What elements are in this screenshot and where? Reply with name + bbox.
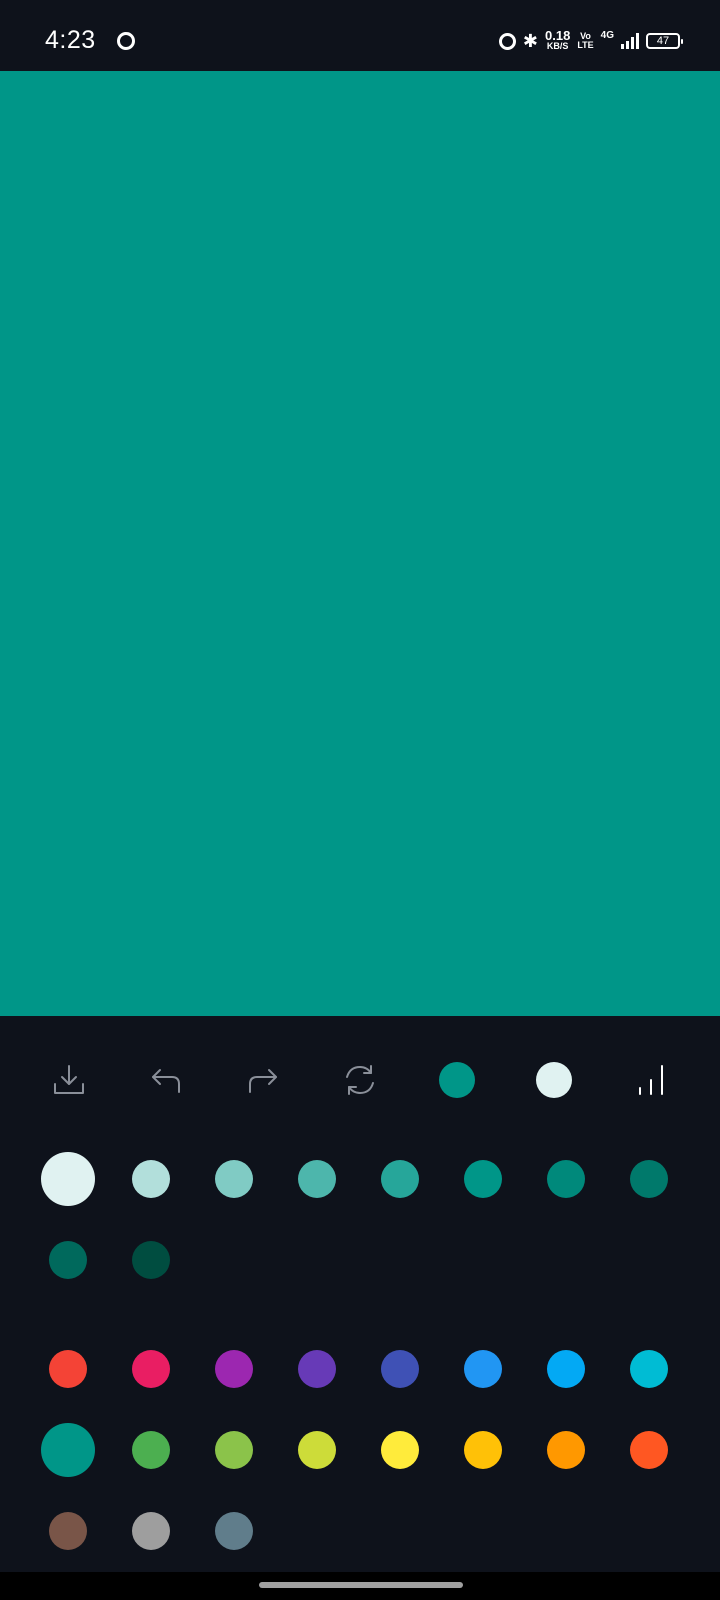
shade-swatch[interactable] xyxy=(464,1160,502,1198)
battery-icon: 47 xyxy=(646,33,683,49)
shade-swatch[interactable] xyxy=(547,1160,585,1198)
shade-swatch[interactable] xyxy=(381,1160,419,1198)
shade-swatch[interactable] xyxy=(630,1160,668,1198)
secondary-color-button[interactable] xyxy=(534,1060,574,1100)
color-swatch[interactable] xyxy=(298,1350,336,1388)
signal-icon xyxy=(621,33,639,49)
network-type: 4G xyxy=(600,29,614,41)
color-swatch[interactable] xyxy=(132,1431,170,1469)
color-swatch[interactable] xyxy=(547,1350,585,1388)
color-swatch[interactable] xyxy=(41,1423,95,1477)
secondary-color-swatch xyxy=(536,1062,572,1098)
shade-swatch[interactable] xyxy=(215,1160,253,1198)
shade-swatch[interactable] xyxy=(49,1241,87,1279)
color-swatch[interactable] xyxy=(381,1431,419,1469)
home-indicator[interactable] xyxy=(259,1582,463,1588)
shade-swatch[interactable] xyxy=(132,1241,170,1279)
network-speed-unit: KB/S xyxy=(546,41,569,51)
undo-button[interactable] xyxy=(146,1060,186,1100)
color-swatch[interactable] xyxy=(630,1350,668,1388)
alarm-icon xyxy=(498,32,516,50)
color-swatch[interactable] xyxy=(630,1431,668,1469)
primary-color-swatch xyxy=(439,1062,475,1098)
color-swatch[interactable] xyxy=(215,1350,253,1388)
status-bar: 4:23 ✱ 0.18 KB/S Vo LTE 4G 47 xyxy=(0,0,720,71)
color-swatch[interactable] xyxy=(215,1512,253,1550)
color-swatch[interactable] xyxy=(298,1431,336,1469)
network-speed-value: 0.18 xyxy=(545,28,571,43)
color-swatch[interactable] xyxy=(464,1431,502,1469)
primary-color-button[interactable] xyxy=(437,1060,477,1100)
bluetooth-icon: ✱ xyxy=(522,31,538,51)
color-swatch[interactable] xyxy=(132,1512,170,1550)
status-indicators: ✱ 0.18 KB/S Vo LTE 4G 47 xyxy=(498,28,683,54)
network-speed: 0.18 KB/S xyxy=(545,28,571,51)
shade-swatch[interactable] xyxy=(132,1160,170,1198)
color-swatch[interactable] xyxy=(381,1350,419,1388)
color-swatch[interactable] xyxy=(215,1431,253,1469)
refresh-button[interactable] xyxy=(340,1060,380,1100)
color-swatch[interactable] xyxy=(132,1350,170,1388)
shade-swatch[interactable] xyxy=(298,1160,336,1198)
stroke-size-button[interactable] xyxy=(631,1060,671,1100)
redo-button[interactable] xyxy=(243,1060,283,1100)
shade-swatch[interactable] xyxy=(41,1152,95,1206)
undo-icon xyxy=(152,1069,180,1093)
app-notification-icon xyxy=(117,32,135,50)
download-icon xyxy=(54,1065,84,1094)
status-time: 4:23 xyxy=(45,26,96,54)
toolbar xyxy=(0,1040,720,1120)
drawing-canvas[interactable] xyxy=(0,71,720,1016)
color-swatch[interactable] xyxy=(547,1431,585,1469)
color-swatch[interactable] xyxy=(464,1350,502,1388)
redo-icon xyxy=(249,1069,277,1093)
refresh-icon xyxy=(346,1065,374,1095)
color-swatch[interactable] xyxy=(49,1350,87,1388)
volte-indicator: Vo LTE xyxy=(577,32,593,50)
volte-bottom: LTE xyxy=(577,40,594,50)
download-button[interactable] xyxy=(49,1060,89,1100)
stroke-size-icon xyxy=(639,1065,663,1095)
color-swatch[interactable] xyxy=(49,1512,87,1550)
navigation-bar xyxy=(0,1572,720,1600)
